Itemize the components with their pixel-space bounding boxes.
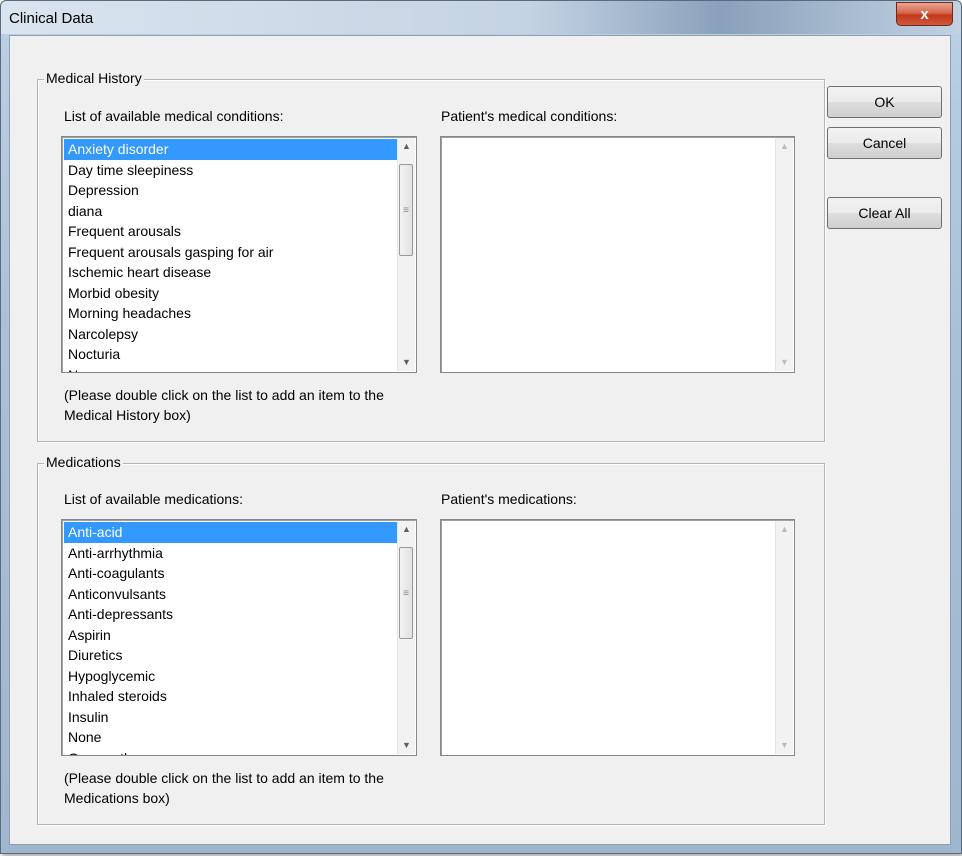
- dialog-window: Clinical Data x Medical History List of …: [0, 0, 962, 854]
- scroll-thumb[interactable]: ≡: [399, 547, 413, 639]
- list-item[interactable]: Morning headaches: [64, 303, 398, 324]
- cancel-button[interactable]: Cancel: [827, 127, 942, 159]
- list-item[interactable]: Narcolepsy: [64, 324, 398, 345]
- patient-conditions-listbox[interactable]: ▲ ▼: [440, 136, 795, 373]
- conditions-scrollbar[interactable]: ▲ ≡ ▼: [397, 138, 415, 371]
- medications-hint-line1: (Please double click on the list to add …: [64, 770, 384, 786]
- scroll-down-icon[interactable]: ▼: [776, 354, 793, 371]
- list-item[interactable]: Anticonvulsants: [64, 584, 398, 605]
- list-item[interactable]: Anxiety disorder: [64, 139, 398, 160]
- scroll-up-icon[interactable]: ▲: [776, 138, 793, 155]
- list-item[interactable]: Anti-acid: [64, 522, 398, 543]
- list-item[interactable]: Frequent arousals gasping for air: [64, 242, 398, 263]
- medical-history-hint-line2: Medical History box): [64, 407, 191, 423]
- clear-all-button[interactable]: Clear All: [827, 197, 942, 229]
- scroll-up-icon[interactable]: ▲: [398, 138, 415, 155]
- list-item[interactable]: Anti-coagulants: [64, 563, 398, 584]
- window-title: Clinical Data: [9, 10, 94, 27]
- list-item[interactable]: Day time sleepiness: [64, 160, 398, 181]
- medications-hint-line2: Medications box): [64, 790, 170, 806]
- patient-conditions-scrollbar[interactable]: ▲ ▼: [775, 138, 793, 371]
- list-item[interactable]: Hypoglycemic: [64, 666, 398, 687]
- list-item[interactable]: Aspirin: [64, 625, 398, 646]
- list-item[interactable]: Depression: [64, 180, 398, 201]
- list-item[interactable]: Nocturia: [64, 344, 398, 365]
- list-item[interactable]: diana: [64, 201, 398, 222]
- list-item[interactable]: Anti-depressants: [64, 604, 398, 625]
- list-item[interactable]: Frequent arousals: [64, 221, 398, 242]
- patient-medications-listbox[interactable]: ▲ ▼: [440, 519, 795, 756]
- medications-scrollbar[interactable]: ▲ ≡ ▼: [397, 521, 415, 754]
- ok-button[interactable]: OK: [827, 86, 942, 118]
- scroll-up-icon[interactable]: ▲: [398, 521, 415, 538]
- available-medications-items: Anti-acid Anti-arrhythmia Anti-coagulants A…: [64, 522, 398, 755]
- scroll-down-icon[interactable]: ▼: [398, 737, 415, 754]
- available-medications-label: List of available medications:: [64, 491, 243, 507]
- list-item[interactable]: Insulin: [64, 707, 398, 728]
- medical-history-hint-line1: (Please double click on the list to add …: [64, 387, 384, 403]
- available-conditions-items: Anxiety disorder Day time sleepiness Depre…: [64, 139, 398, 372]
- list-item[interactable]: Oxygen therapy: [64, 748, 398, 756]
- dialog-client-area: Medical History List of available medica…: [9, 35, 951, 845]
- scroll-up-icon[interactable]: ▲: [776, 521, 793, 538]
- list-item[interactable]: Inhaled steroids: [64, 686, 398, 707]
- list-item[interactable]: Anti-arrhythmia: [64, 543, 398, 564]
- list-item[interactable]: Ischemic heart disease: [64, 262, 398, 283]
- list-item[interactable]: Diuretics: [64, 645, 398, 666]
- list-item[interactable]: None: [64, 365, 398, 373]
- medical-history-hint: (Please double click on the list to add …: [64, 385, 384, 425]
- available-conditions-label: List of available medical conditions:: [64, 108, 284, 124]
- scroll-down-icon[interactable]: ▼: [398, 354, 415, 371]
- close-button[interactable]: x: [896, 2, 953, 26]
- medications-hint: (Please double click on the list to add …: [64, 768, 384, 808]
- patient-conditions-label: Patient's medical conditions:: [441, 108, 618, 124]
- patient-medications-scrollbar[interactable]: ▲ ▼: [775, 521, 793, 754]
- scroll-thumb[interactable]: ≡: [399, 164, 413, 256]
- patient-medications-label: Patient's medications:: [441, 491, 577, 507]
- scroll-down-icon[interactable]: ▼: [776, 737, 793, 754]
- available-conditions-listbox[interactable]: Anxiety disorder Day time sleepiness Depre…: [61, 136, 417, 373]
- available-medications-listbox[interactable]: Anti-acid Anti-arrhythmia Anti-coagulants A…: [61, 519, 417, 756]
- medical-history-legend: Medical History: [44, 70, 144, 86]
- medications-legend: Medications: [44, 454, 123, 470]
- list-item[interactable]: Morbid obesity: [64, 283, 398, 304]
- list-item[interactable]: None: [64, 727, 398, 748]
- close-icon: x: [920, 5, 929, 23]
- title-bar[interactable]: Clinical Data x: [1, 1, 961, 34]
